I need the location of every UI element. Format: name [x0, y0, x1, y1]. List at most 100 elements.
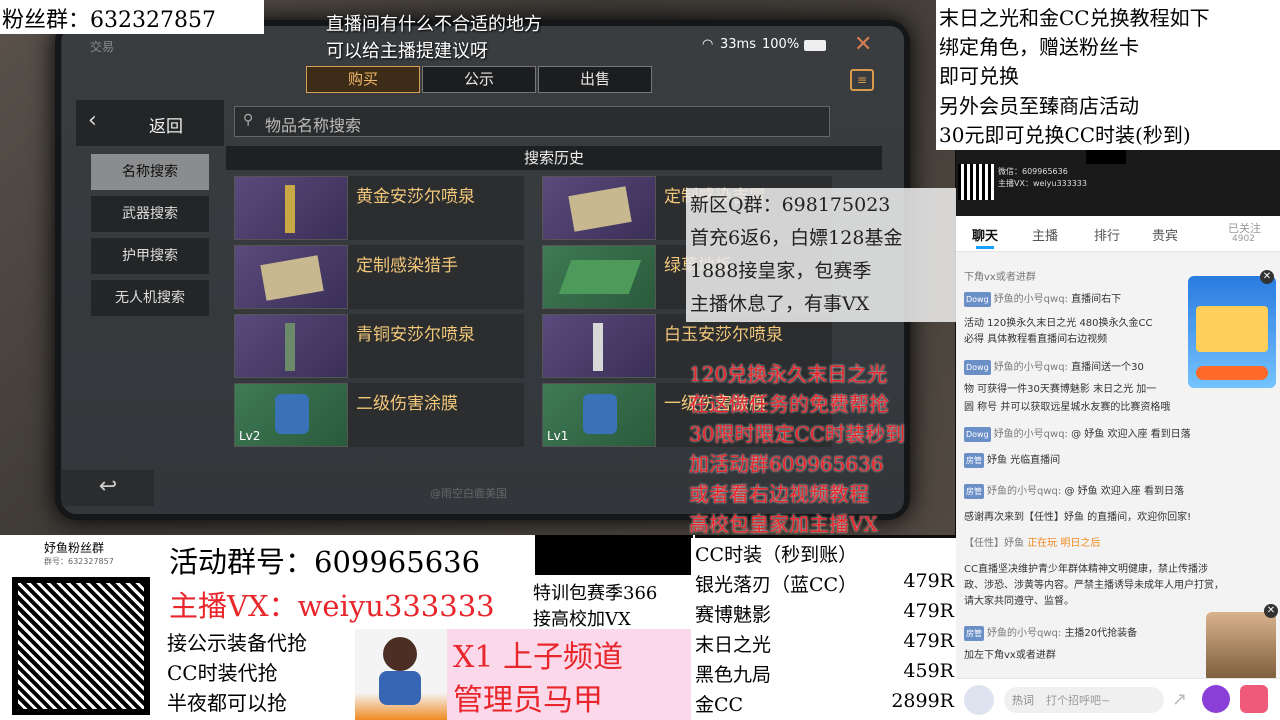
- side-drone-search[interactable]: 无人机搜索: [91, 280, 209, 316]
- chat-text: @ 妤鱼 欢迎入座 看到日落: [1071, 429, 1191, 440]
- price-row: 黑色九局 459R: [691, 658, 956, 688]
- chat-input[interactable]: 热词 打个招呼吧~: [1004, 687, 1164, 713]
- paint-bucket-icon: [275, 394, 309, 434]
- price-item-name: 银光落刃（蓝CC）: [695, 574, 858, 596]
- chat-text: 政、涉恐、涉黄等内容。严禁主播诱导未成年人用户打赏，: [964, 580, 1224, 591]
- records-icon[interactable]: ≡: [850, 69, 874, 91]
- black-bar: [535, 535, 693, 575]
- tab-sell[interactable]: 出售: [538, 66, 652, 93]
- level-badge: Dowg: [964, 292, 991, 307]
- tab-buy[interactable]: 购买: [306, 66, 420, 93]
- gift-icon[interactable]: [1240, 685, 1268, 713]
- promo-line: 加活动群609965636: [689, 452, 884, 476]
- contact-panel: 活动群号：609965636 主播VX：weiyu333333 接公示装备代抢 …: [165, 535, 695, 720]
- level-badge: Dowg: [964, 360, 991, 375]
- close-icon[interactable]: ✕: [854, 32, 872, 57]
- chat-text: 加左下角vx或者进群: [964, 650, 1056, 661]
- side-armor-search[interactable]: 护甲搜索: [91, 238, 209, 274]
- chat-text: 物 可获得一件30天赛博魅影 末日之光 加一: [964, 384, 1157, 395]
- paint-bucket-icon: [583, 394, 617, 434]
- banner-line: X1 上子频道: [453, 640, 623, 675]
- tab-chat[interactable]: 聊天: [972, 225, 998, 244]
- chat-message: CC直播坚决维护青少年群体精神文明健康，禁止传播涉: [964, 562, 1274, 577]
- emoji-icon[interactable]: [964, 685, 994, 715]
- chat-text: 圆 称号 并可以获取远星城水友赛的比赛资格哦: [964, 402, 1171, 413]
- hotword-label: 热词: [1012, 694, 1034, 707]
- info-line: 主播休息了，有事VX: [690, 293, 870, 315]
- avatar-body-icon: [379, 671, 421, 705]
- item-card[interactable]: 定制感染猎手: [234, 245, 524, 309]
- search-input[interactable]: ⚲ 物品名称搜索: [234, 106, 830, 137]
- grass-floor-icon: [558, 260, 642, 294]
- price-item-name: 金CC: [695, 694, 744, 716]
- close-icon[interactable]: ✕: [1264, 604, 1278, 618]
- gift-box-ad[interactable]: ✕: [1206, 604, 1278, 682]
- exchange-guide: 末日之光和金CC兑换教程如下 绑定角色，赠送粉丝卡 即可兑换 另外会员至臻商店活…: [936, 0, 1280, 150]
- share-icon[interactable]: ↗: [1172, 689, 1187, 710]
- qr-title: 妤鱼粉丝群: [44, 541, 105, 555]
- promo-line: 120兑换永久末日之光: [689, 362, 888, 386]
- tab-publicity[interactable]: 公示: [422, 66, 536, 93]
- banner-line: 管理员马甲: [453, 683, 603, 718]
- chat-text: 请大家共同遵守、监督。: [964, 596, 1074, 607]
- side-name-search[interactable]: 名称搜索: [91, 154, 209, 190]
- price-item-name: 末日之光: [695, 634, 772, 656]
- tab-vip[interactable]: 贵宾: [1152, 225, 1178, 244]
- qr-subtitle: 群号：632327857: [44, 557, 114, 566]
- item-name: 二级伤害涂膜: [356, 394, 458, 414]
- blueprint-icon: [568, 186, 632, 232]
- chat-input-bar: 热词 打个招呼吧~ ↗: [956, 678, 1280, 720]
- chat-text: 妤鱼 光临直播间: [987, 455, 1061, 466]
- floor-thumb: [542, 245, 656, 309]
- price-value: 459R: [903, 660, 954, 682]
- item-card[interactable]: 青铜安莎尔喷泉: [234, 314, 524, 378]
- chat-user: 妤鱼的小号qwq:: [987, 486, 1062, 497]
- admin-badge: 房管: [964, 626, 984, 641]
- mini-black-bar: [1086, 150, 1126, 164]
- history-title: 搜索历史: [226, 146, 882, 170]
- price-value: 479R: [903, 630, 954, 652]
- item-card[interactable]: 黄金安莎尔喷泉: [234, 176, 524, 240]
- qr-card: 妤鱼粉丝群 群号：632327857: [0, 535, 165, 720]
- chat-message: 房管 妤鱼的小号qwq: @ 妤鱼 欢迎入座 看到日落: [964, 484, 1274, 499]
- fountain-thumb: [542, 314, 656, 378]
- chat-text: CC直播坚决维护青少年群体精神文明健康，禁止传播涉: [964, 564, 1208, 575]
- notice-line: 直播间有什么不合适的地方: [326, 14, 542, 35]
- training-line: 接高校加VX: [533, 609, 631, 630]
- guide-line: 30元即可兑换CC时装(秒到): [939, 123, 1191, 147]
- mini-vx-text: 主播VX：weiyu333333: [998, 179, 1087, 188]
- training-line: 特训包赛季366: [533, 583, 658, 604]
- item-card[interactable]: Lv2 二级伤害涂膜: [234, 383, 524, 447]
- promo-red-block: 120兑换永久末日之光 在这做任务的免费帮抢 30限时限定CC时装秒到 加活动群…: [686, 356, 956, 538]
- price-row: 末日之光 479R: [691, 628, 956, 658]
- return-icon[interactable]: ↩: [62, 470, 154, 506]
- qr-code-icon: [12, 577, 150, 715]
- chat-text: 感谢再次来到【任性】妤鱼 的直播间，欢迎你回家!: [964, 512, 1192, 523]
- admin-badge: 房管: [964, 484, 984, 499]
- guide-line: 末日之光和金CC兑换教程如下: [939, 6, 1210, 30]
- wifi-icon: ◠: [702, 37, 714, 52]
- window-title: 交易: [90, 40, 115, 54]
- close-icon[interactable]: ✕: [1260, 270, 1274, 284]
- promo-ad[interactable]: ✕: [1188, 270, 1276, 388]
- back-button[interactable]: ‹ 返回: [76, 100, 224, 146]
- side-weapon-search[interactable]: 武器搜索: [91, 196, 209, 232]
- price-item-name: 黑色九局: [695, 664, 772, 686]
- back-label: 返回: [149, 117, 183, 137]
- stream-screen: 交易 ◠ 33ms 100% ✕ ≡ 购买 公示 出售 ‹ 返回 ⚲ 物品名称搜…: [0, 0, 1280, 720]
- battery-text: 100%: [762, 37, 800, 52]
- tab-anchor[interactable]: 主播: [1032, 225, 1058, 244]
- guide-line: 绑定角色，赠送粉丝卡: [939, 35, 1139, 59]
- avatar: [355, 629, 447, 720]
- promo-line: 或者看右边视频教程: [689, 482, 869, 506]
- price-value: 479R: [903, 570, 954, 592]
- chat-text: 活动 120换永久末日之光 480换永久金CC: [964, 318, 1153, 329]
- claim-button[interactable]: [1196, 366, 1268, 380]
- activity-group: 活动群号：609965636: [169, 545, 481, 579]
- chat-text: @ 妤鱼 欢迎入座 看到日落: [1064, 486, 1184, 497]
- item-level: Lv2: [239, 429, 261, 443]
- tab-ranking[interactable]: 排行: [1094, 225, 1120, 244]
- chat-text: 主播20代抢装备: [1064, 628, 1138, 639]
- diamond-gift-icon[interactable]: [1202, 685, 1230, 713]
- fan-group-box: 粉丝群：632327857: [0, 0, 264, 34]
